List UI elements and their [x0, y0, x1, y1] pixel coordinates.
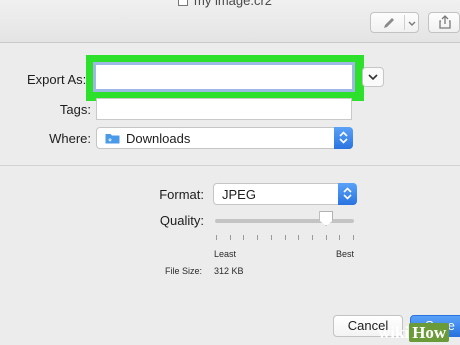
quality-slider-tick [229, 235, 231, 240]
quality-slider-tick [243, 235, 245, 240]
section-divider [0, 165, 460, 166]
format-value: JPEG [222, 187, 256, 202]
folder-icon [105, 134, 120, 144]
share-icon [439, 15, 451, 29]
where-label: Where: [49, 131, 91, 146]
quality-slider-tick [284, 235, 286, 240]
quality-slider-tick [339, 235, 341, 240]
quality-slider-tick [298, 235, 300, 240]
quality-slider-tick [311, 235, 313, 240]
file-size-value: 312 KB [214, 266, 244, 276]
cancel-button[interactable]: Cancel [333, 315, 403, 337]
window-title-text: my image.cr2 [194, 0, 273, 8]
quality-label: Quality: [159, 213, 204, 228]
document-icon [178, 0, 188, 6]
expand-dialog-button[interactable] [362, 67, 384, 87]
tags-label: Tags: [59, 102, 91, 117]
format-label: Format: [159, 187, 204, 202]
export-as-input[interactable] [93, 62, 355, 92]
quality-best-label: Best [336, 249, 355, 259]
format-stepper[interactable] [338, 183, 357, 205]
markup-toolbar-button[interactable] [370, 12, 419, 33]
quality-slider-tick [216, 235, 217, 240]
quality-slider-tick [353, 235, 354, 240]
chevron-down-icon [408, 21, 416, 26]
where-value: Downloads [126, 131, 191, 146]
up-down-arrows-icon [343, 187, 352, 200]
window-title: my image.cr2 [178, 0, 272, 8]
where-stepper[interactable] [334, 127, 353, 149]
save-button[interactable]: Save [410, 315, 460, 337]
file-size-label: File Size: [165, 266, 203, 276]
up-down-arrows-icon [339, 131, 348, 144]
quality-slider-tick [270, 235, 272, 240]
export-as-label: Export As: [27, 72, 87, 87]
tags-input[interactable] [96, 98, 352, 120]
share-toolbar-button[interactable] [428, 12, 460, 33]
pencil-icon [384, 18, 394, 28]
quality-slider-tick [257, 235, 259, 240]
format-select[interactable]: JPEG [213, 183, 357, 205]
window-titlebar: my image.cr2 [0, 0, 460, 43]
where-select[interactable]: Downloads [96, 127, 353, 149]
quality-slider-tick [325, 235, 327, 240]
chevron-down-icon [368, 74, 378, 81]
quality-least-label: Least [214, 249, 237, 259]
